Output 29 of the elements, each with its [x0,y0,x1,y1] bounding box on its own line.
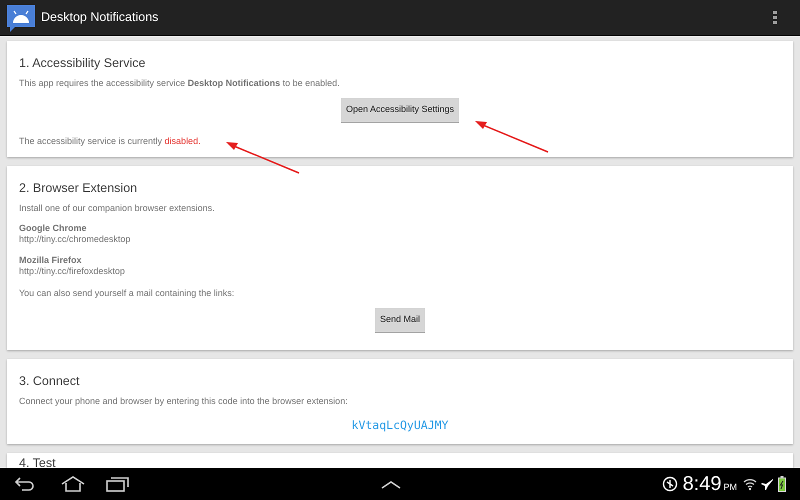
chevron-up-icon[interactable] [381,480,401,490]
body-text: You can also send yourself a mail containing the links: [19,287,236,299]
no-sync-icon [662,476,678,492]
home-icon[interactable] [60,476,86,492]
clock-time: 8:49 [682,474,722,494]
section-title: 3. Connect [19,373,80,389]
battery-icon [778,476,786,492]
extension-url[interactable]: http://tiny.cc/firefoxdesktop [19,266,781,277]
action-button[interactable]: Open Accessibility Settings [340,98,460,123]
browser-name: Google Chrome [19,223,88,234]
section-title: 2. Browser Extension [19,180,138,196]
connection-code: kVtaqLcQyUAJMY [352,417,448,434]
airplane-icon [760,477,774,491]
status-text: The accessibility service is currently disabled. [19,135,202,147]
browser-name: Mozilla Firefox [19,255,83,266]
wifi-icon [743,477,757,491]
clock-period: PM [724,480,737,494]
section-title: 4. Test [19,455,57,468]
extension-url[interactable]: http://tiny.cc/chromedesktop [19,234,781,245]
body-text: Connect your phone and browser by entering this code into the browser extension: [19,395,349,407]
action-button[interactable]: Send Mail [374,308,426,333]
app-title: Desktop Notifications [41,9,158,26]
back-icon[interactable] [14,476,36,492]
recent-apps-icon[interactable] [106,476,130,492]
android-logo-icon [6,2,36,32]
body-text: Install one of our companion browser extensions. [19,202,216,214]
section-title: 1. Accessibility Service [19,55,146,71]
overflow-menu-icon[interactable] [773,10,777,24]
body-text: This app requires the accessibility service Desktop Notifications to be enabled. [19,77,341,89]
